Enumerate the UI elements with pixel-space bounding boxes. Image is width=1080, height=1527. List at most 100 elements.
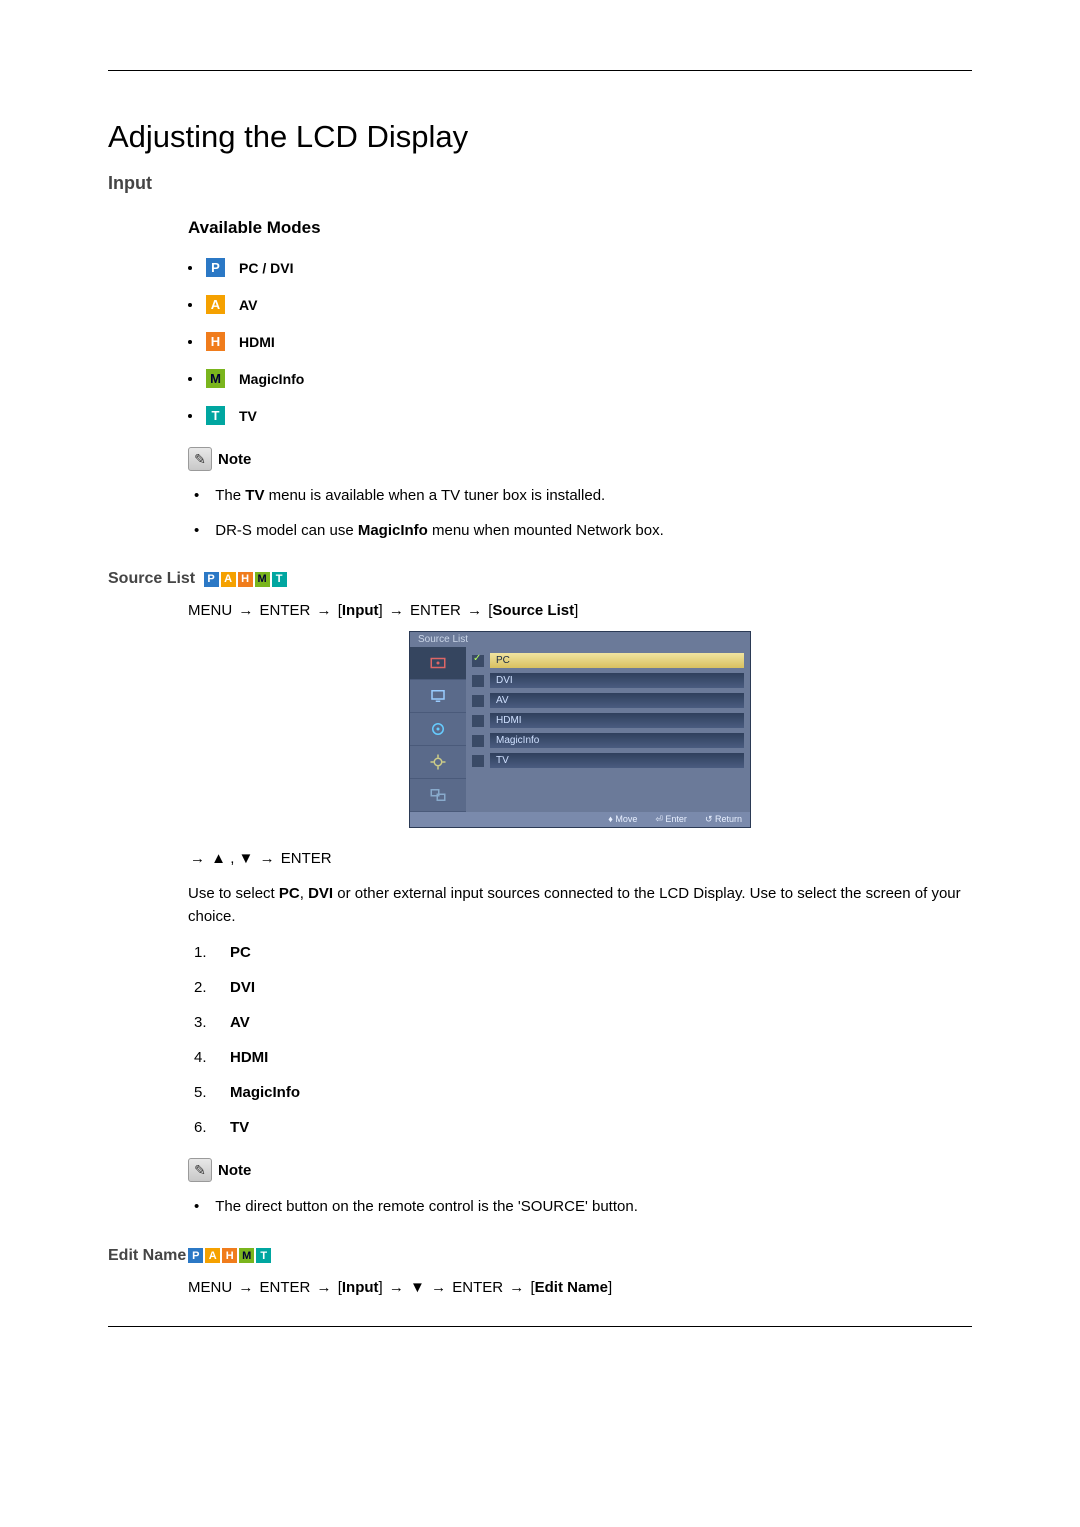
item-label: MagicInfo [230, 1084, 300, 1101]
list-item: AV [188, 1014, 972, 1031]
source-list-description: Use to select PC, DVI or other external … [188, 883, 972, 928]
menu-path-2: MENU → ENTER → [Input] → ▼ → ENTER → [Ed… [188, 1279, 972, 1296]
osd-row-tv: TV [472, 753, 744, 768]
bracket: ] [379, 602, 383, 619]
note-list-2: The direct button on the remote control … [188, 1196, 972, 1219]
menu-path-1: MENU → ENTER → [Input] → ENTER → [Source… [188, 602, 972, 619]
badge-p-icon: P [206, 258, 225, 277]
arrow-icon: → [467, 602, 482, 619]
note-callout: ✎ Note [188, 1158, 972, 1182]
arrow-instructions: → ▲ , ▼ → ENTER [188, 850, 972, 867]
badge-m-icon: M [206, 369, 225, 388]
badge-t-icon: T [256, 1248, 271, 1263]
path-input-bold: Input [342, 602, 379, 619]
note-callout: ✎ Note [188, 447, 972, 471]
osd-check-icon [472, 695, 484, 707]
mode-label: AV [239, 297, 257, 313]
enter-text: ENTER [281, 850, 332, 867]
text: Use to select [188, 885, 279, 902]
available-modes-heading: Available Modes [188, 218, 972, 238]
note-item: DR-S model can use MagicInfo menu when m… [188, 520, 972, 543]
bottom-rule [108, 1326, 972, 1327]
badge-t-icon: T [272, 572, 287, 587]
list-item: MagicInfo [188, 1084, 972, 1101]
badge-p-icon: P [188, 1248, 203, 1263]
badge-p-icon: P [204, 572, 219, 587]
osd-item-label: AV [490, 693, 744, 708]
list-item: DVI [188, 979, 972, 996]
badge-a-icon: A [206, 295, 225, 314]
osd-check-icon [472, 715, 484, 727]
osd-title: Source List [410, 632, 750, 647]
item-label: TV [230, 1119, 249, 1136]
text-bold: MagicInfo [358, 522, 428, 539]
down-arrow-icon: ▼ [410, 1279, 425, 1296]
osd-check-icon [472, 755, 484, 767]
osd-item-label: PC [490, 653, 744, 668]
item-label: AV [230, 1014, 250, 1031]
arrow-icon: → [260, 850, 275, 867]
mode-list: P PC / DVI A AV H HDMI M MagicInfo T [188, 258, 972, 425]
osd-item-label: DVI [490, 673, 744, 688]
badge-a-icon: A [221, 572, 236, 587]
osd-item-label: TV [490, 753, 744, 768]
mode-item-tv: T TV [188, 406, 972, 425]
bullet-icon [188, 340, 192, 344]
osd-screenshot: Source List PC DVI AV HDMI MagicInfo TV [409, 631, 751, 828]
osd-item-label: HDMI [490, 713, 744, 728]
up-arrow-icon: ▲ [211, 850, 226, 867]
text: , [300, 885, 308, 902]
arrow-icon: → [238, 602, 253, 619]
section-input-heading: Input [108, 173, 972, 194]
text-bold: PC [279, 885, 300, 902]
osd-sound-icon [410, 713, 466, 746]
osd-picture-icon [410, 680, 466, 713]
osd-row-pc: PC [472, 653, 744, 668]
bullet-icon [188, 377, 192, 381]
mode-item-av: A AV [188, 295, 972, 314]
text: DR-S model can use [215, 522, 358, 539]
note-label: Note [218, 1162, 251, 1179]
item-label: HDMI [230, 1049, 268, 1066]
path-enter: ENTER [260, 602, 311, 619]
osd-foot-enter: ⏎ Enter [655, 814, 687, 825]
bullet-icon [188, 414, 192, 418]
path-enter: ENTER [452, 1279, 503, 1296]
item-label: PC [230, 944, 251, 961]
arrow-icon: → [238, 1279, 253, 1296]
osd-foot-return: ↺ Return [705, 814, 742, 825]
badge-m-icon: M [255, 572, 270, 587]
text: The direct button on the remote control … [215, 1196, 638, 1219]
source-numbered-list: PC DVI AV HDMI MagicInfo TV [188, 944, 972, 1136]
bullet-icon [188, 266, 192, 270]
list-item: HDMI [188, 1049, 972, 1066]
note-icon: ✎ [188, 447, 212, 471]
bracket: ] [379, 1279, 383, 1296]
path-source-bold: Source List [492, 602, 574, 619]
osd-row-magicinfo: MagicInfo [472, 733, 744, 748]
mode-label: MagicInfo [239, 371, 304, 387]
osd-row-av: AV [472, 693, 744, 708]
mode-item-magicinfo: M MagicInfo [188, 369, 972, 388]
bracket: ] [574, 602, 578, 619]
osd-row-hdmi: HDMI [472, 713, 744, 728]
osd-row-dvi: DVI [472, 673, 744, 688]
path-menu: MENU [188, 602, 232, 619]
note-item: The TV menu is available when a TV tuner… [188, 485, 972, 508]
osd-main: PC DVI AV HDMI MagicInfo TV [466, 647, 750, 812]
osd-check-icon [472, 675, 484, 687]
top-rule [108, 70, 972, 71]
arrow-icon: → [431, 1279, 446, 1296]
osd-foot-move: ♦ Move [608, 814, 637, 825]
bullet-icon [188, 303, 192, 307]
list-item: PC [188, 944, 972, 961]
osd-multi-icon [410, 779, 466, 812]
mode-label: PC / DVI [239, 260, 293, 276]
list-item: TV [188, 1119, 972, 1136]
item-label: DVI [230, 979, 255, 996]
bracket: ] [608, 1279, 612, 1296]
path-input-bold: Input [342, 1279, 379, 1296]
text: menu is available when a TV tuner box is… [264, 487, 605, 504]
text-bold: DVI [308, 885, 333, 902]
badge-t-icon: T [206, 406, 225, 425]
